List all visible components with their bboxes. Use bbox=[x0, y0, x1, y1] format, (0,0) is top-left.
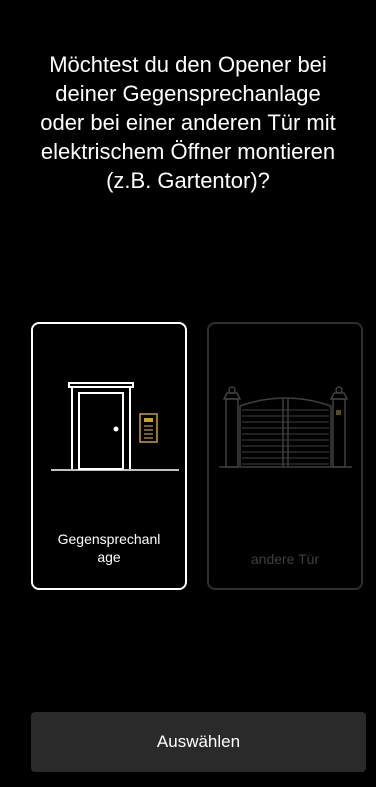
option-card-other-door[interactable]: andere Tür bbox=[207, 322, 363, 590]
door-intercom-icon bbox=[51, 382, 179, 471]
question-line: (z.B. Gartentor)? bbox=[106, 168, 270, 193]
question-text: Möchtest du den Opener bei deiner Gegens… bbox=[0, 50, 376, 195]
question-line: deiner Gegensprechanlage bbox=[55, 81, 321, 106]
option-label-line: Gegensprechanl bbox=[57, 531, 161, 547]
question-line: elektrischem Öffner montieren bbox=[40, 139, 336, 164]
select-button[interactable]: Auswählen bbox=[31, 712, 366, 772]
option-label: Gegensprechanl age bbox=[41, 530, 177, 566]
garden-gate-icon bbox=[219, 386, 352, 468]
option-label-line: age bbox=[97, 549, 121, 565]
option-label: andere Tür bbox=[250, 551, 320, 567]
question-line: oder bei einer anderen Tür mit bbox=[40, 110, 336, 135]
question-line: Möchtest du den Opener bei bbox=[49, 52, 327, 77]
option-card-intercom[interactable]: Gegensprechanl age bbox=[31, 322, 187, 590]
